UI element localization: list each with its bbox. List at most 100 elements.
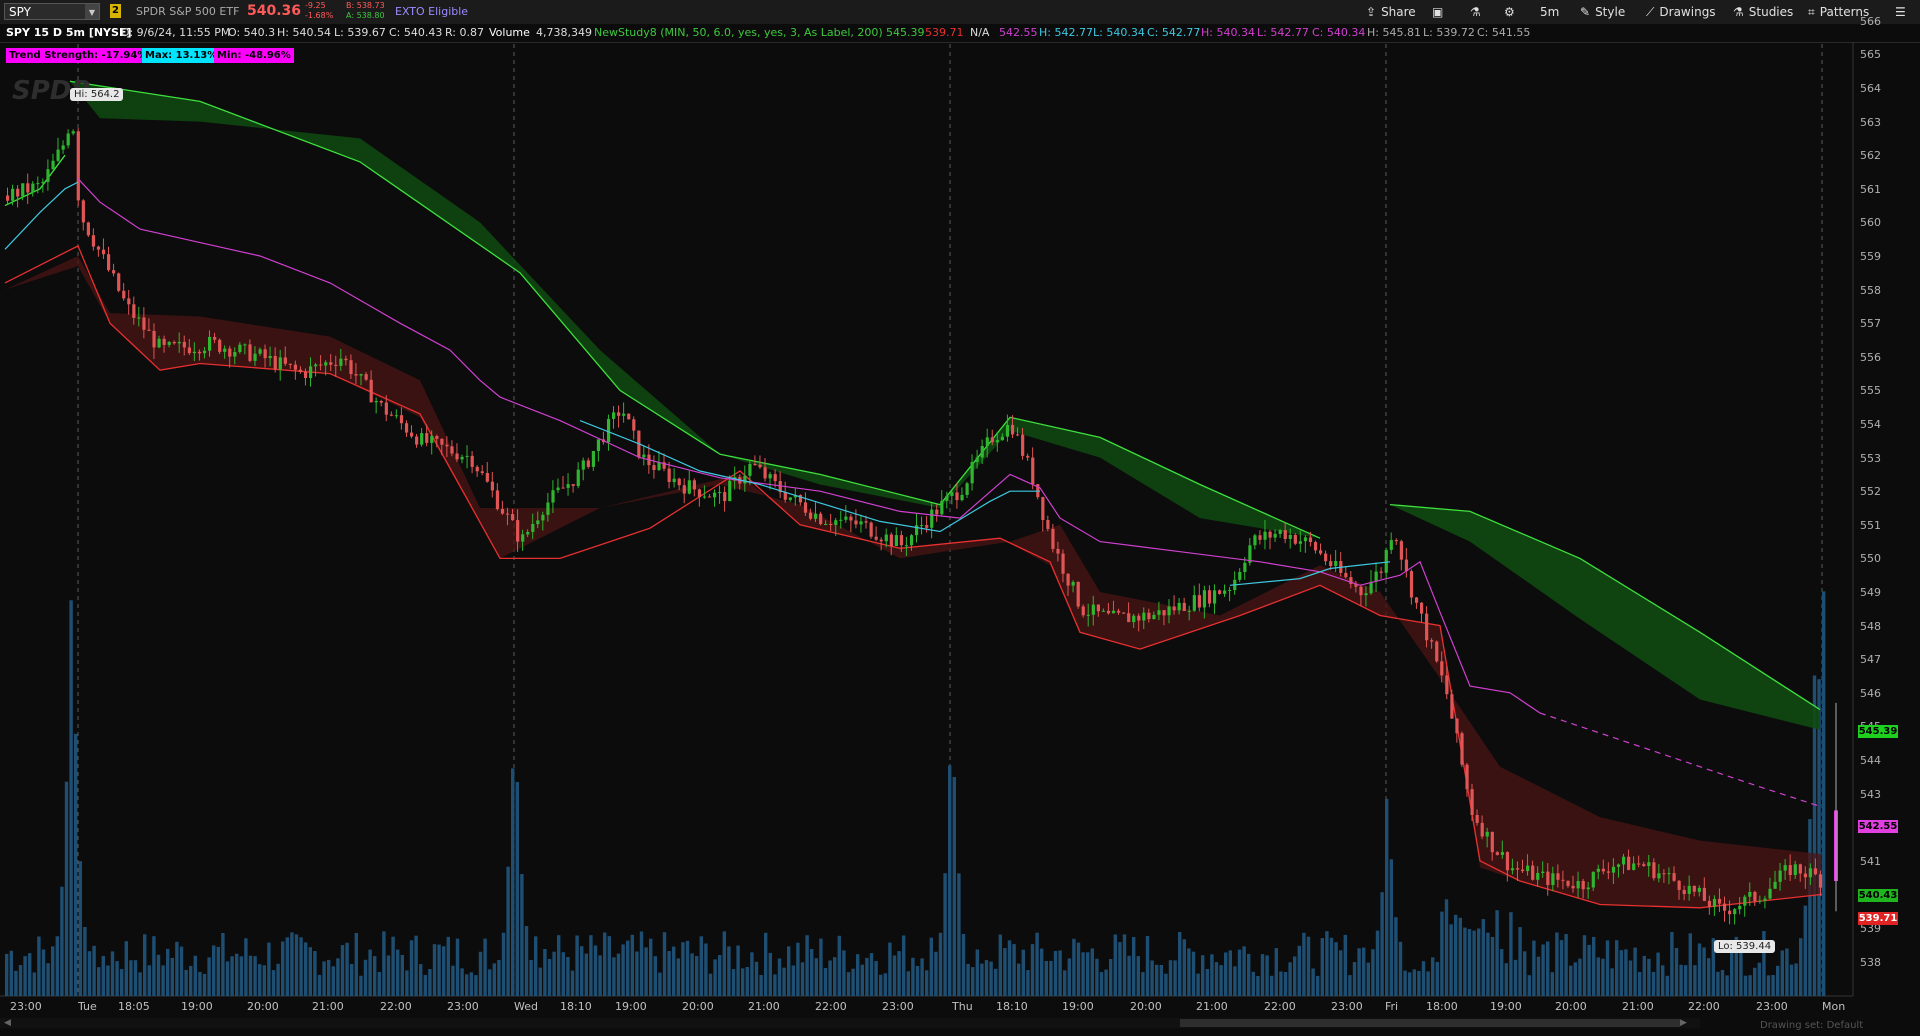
volume-bar: [1178, 932, 1182, 996]
time-axis-label: 18:10: [560, 1000, 592, 1013]
candle-body: [1798, 864, 1802, 874]
camera-icon: ▣: [1432, 5, 1444, 19]
candle-body: [955, 492, 959, 501]
volume-bar: [1237, 949, 1242, 996]
volume-bar: [74, 733, 78, 996]
volume-bar: [396, 949, 400, 996]
volume-bar: [166, 948, 170, 996]
price-chart[interactable]: [0, 42, 1920, 1036]
volume-bar: [989, 961, 993, 996]
candle-body: [91, 235, 96, 247]
candle-body: [223, 348, 227, 352]
volume-bar: [1440, 911, 1444, 996]
symbol-input[interactable]: SPY ▼: [4, 3, 100, 20]
scroll-right-icon[interactable]: ▶: [1680, 1018, 1687, 1028]
volume-bar: [888, 942, 892, 996]
volume-bar: [842, 950, 846, 996]
time-axis-label: 20:00: [1555, 1000, 1587, 1013]
volume-bar: [879, 974, 883, 996]
volume-bar: [1495, 910, 1499, 996]
volume-bar: [1403, 970, 1407, 996]
candle-body: [561, 487, 565, 489]
trend-strength-label: Trend Strength: -17.94%: [6, 48, 151, 63]
volume-bar: [405, 970, 409, 996]
volume-bar: [469, 972, 473, 996]
candle-body: [192, 351, 197, 354]
volume-bar: [147, 965, 151, 996]
link-badge[interactable]: 2: [110, 4, 121, 18]
candle-body: [970, 462, 974, 484]
candle-body: [1515, 868, 1520, 870]
study-name[interactable]: NewStudy8 (MIN, 50, 6.0, yes, yes, 3, As…: [594, 24, 883, 42]
candle-body: [86, 222, 90, 236]
candle-body: [354, 374, 358, 376]
candle-body: [803, 502, 808, 513]
candle-body: [1122, 612, 1126, 614]
volume-bar: [64, 781, 69, 996]
scroll-left-icon[interactable]: ◀: [4, 1018, 11, 1028]
volume-bar: [5, 953, 9, 996]
candle-body: [1435, 641, 1439, 662]
exto-eligible-link[interactable]: EXTO Eligible: [395, 5, 468, 18]
candle-body: [1172, 606, 1176, 611]
candle-body: [31, 183, 35, 193]
study-magenta-price-tag: 542.55: [1858, 820, 1898, 833]
price-axis-label: 564: [1860, 82, 1881, 95]
candle-body: [404, 423, 409, 433]
drawings-button[interactable]: ⟋ Drawings: [1646, 2, 1716, 22]
volume-bar: [465, 974, 469, 996]
candle-body: [1541, 871, 1545, 873]
volume-bar: [1260, 954, 1265, 996]
candle-body: [1773, 881, 1777, 889]
volume-bar: [630, 934, 634, 996]
volume-bar: [1776, 965, 1780, 996]
volume-bar: [561, 952, 565, 996]
candle-body: [975, 457, 979, 462]
volume-bar: [1670, 932, 1674, 996]
volume-bar: [184, 969, 188, 996]
menu-button[interactable]: ☰: [1895, 2, 1911, 22]
style-button[interactable]: ✎ Style: [1580, 2, 1625, 22]
settings-button[interactable]: ⚙: [1504, 2, 1520, 22]
volume-bar: [506, 866, 510, 996]
candle-body: [359, 374, 363, 376]
volume-bar: [124, 941, 128, 996]
candle-body: [1374, 571, 1378, 582]
candle-body: [531, 524, 535, 532]
volume-bar: [133, 960, 138, 996]
flask-button[interactable]: ⚗: [1470, 2, 1486, 22]
volume-bar: [189, 965, 193, 996]
candle-body: [1601, 868, 1605, 872]
scrollbar-thumb[interactable]: [1180, 1019, 1680, 1027]
candle-body: [137, 317, 141, 319]
volume-bar: [1679, 964, 1683, 996]
candle-body: [1212, 590, 1217, 604]
candle-body: [546, 502, 550, 515]
price-axis-label: 546: [1860, 686, 1881, 700]
bar-high: H: 540.54: [277, 26, 331, 39]
candle-body: [96, 246, 101, 250]
volume-bar: [718, 955, 722, 996]
share-button[interactable]: ⇪ Share: [1366, 2, 1416, 22]
snapshot-button[interactable]: ▣: [1432, 2, 1448, 22]
candle-body: [1111, 610, 1116, 614]
volume-bar: [704, 943, 708, 996]
studies-button[interactable]: ⚗ Studies: [1733, 2, 1793, 22]
volume-bar: [409, 940, 414, 996]
volume-bar: [892, 955, 897, 996]
volume-bar: [244, 938, 248, 996]
volume-bar: [299, 937, 303, 996]
volume-bar: [1610, 968, 1614, 996]
timeframe-button[interactable]: 5m: [1540, 2, 1559, 22]
candle-body: [1677, 880, 1681, 890]
candle-body: [1308, 537, 1313, 542]
volume-label: Volume: [489, 26, 530, 39]
volume-bar: [1362, 947, 1366, 996]
time-axis-label: 20:00: [247, 1000, 279, 1013]
volume-bar: [1150, 960, 1154, 996]
candle-body: [1061, 553, 1065, 574]
chevron-down-icon[interactable]: ▼: [85, 4, 99, 19]
volume-bar: [547, 959, 552, 996]
price-axis-label: 566: [1860, 14, 1881, 28]
candle-body: [591, 451, 595, 467]
